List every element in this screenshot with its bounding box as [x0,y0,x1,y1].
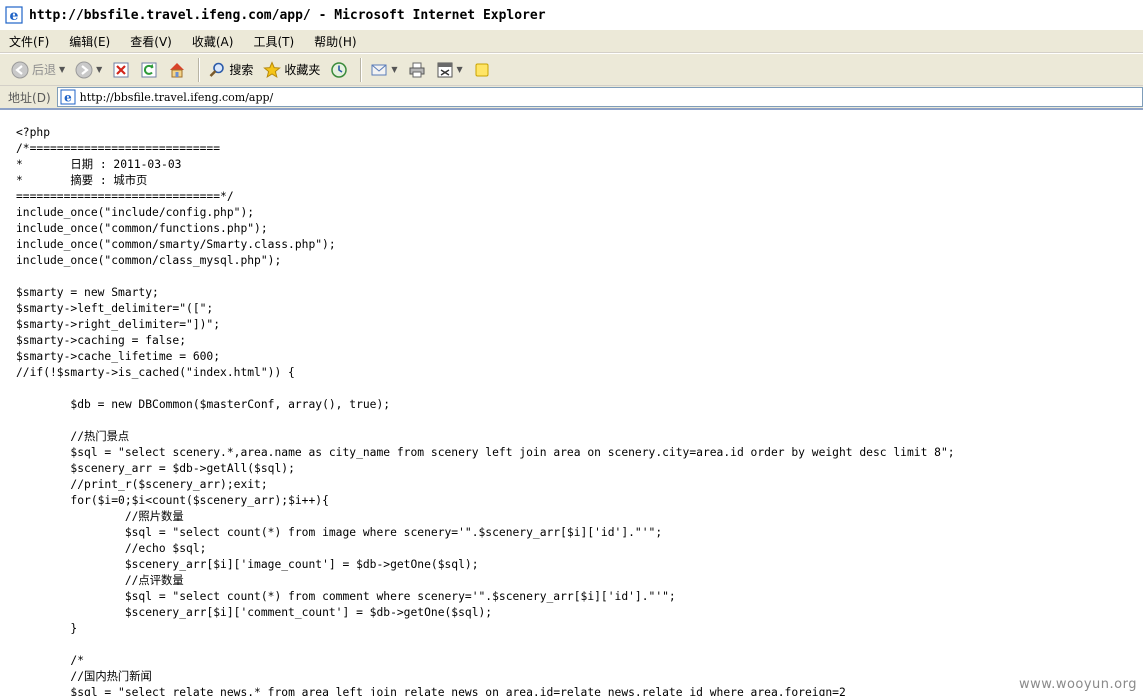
refresh-button[interactable] [137,57,161,83]
discuss-button[interactable] [470,57,494,83]
history-icon [330,61,348,79]
print-button[interactable] [405,57,429,83]
printer-icon [408,61,426,79]
refresh-icon [140,61,158,79]
php-source-code: <?php /*============================ * 日… [16,126,955,696]
mail-dropdown-icon[interactable]: ▼ [391,65,397,74]
search-label: 搜索 [229,63,254,77]
home-button[interactable] [165,57,189,83]
forward-arrow-icon [75,61,93,79]
menu-view[interactable]: 查看(V) [127,31,175,52]
mail-icon [370,61,388,79]
menu-bar: 文件(F) 编辑(E) 查看(V) 收藏(A) 工具(T) 帮助(H) [0,30,1143,53]
window-title: http://bbsfile.travel.ifeng.com/app/ - M… [29,7,546,23]
title-bar: e http://bbsfile.travel.ifeng.com/app/ -… [0,0,1143,31]
address-input[interactable]: e http://bbsfile.travel.ifeng.com/app/ [56,87,1143,107]
search-icon [208,61,226,79]
toolbar-separator [360,57,363,82]
toolbar: 后退 ▼ ▼ 搜索 收藏夹 ▼ ▼ [0,54,1143,86]
page-icon: e [60,89,76,105]
home-icon [168,61,186,79]
menu-tools[interactable]: 工具(T) [250,31,297,52]
svg-text:e: e [10,8,19,24]
search-button[interactable]: 搜索 [205,57,256,83]
forward-dropdown-icon[interactable]: ▼ [96,65,102,74]
back-dropdown-icon[interactable]: ▼ [59,65,65,74]
back-button[interactable]: 后退 ▼ [8,57,68,83]
edit-button[interactable]: ▼ [433,57,466,83]
menu-file[interactable]: 文件(F) [6,31,52,52]
favorites-label: 收藏夹 [284,63,321,77]
stop-icon [112,61,130,79]
address-label: 地址(D) [8,90,51,105]
menu-help[interactable]: 帮助(H) [311,31,359,52]
svg-text:e: e [64,91,72,105]
history-button[interactable] [327,57,351,83]
stop-button[interactable] [109,57,133,83]
menu-favorites[interactable]: 收藏(A) [189,31,237,52]
watermark: www.wooyun.org [1018,677,1137,692]
edit-page-icon [436,61,454,79]
edit-dropdown-icon[interactable]: ▼ [457,65,463,74]
back-label: 后退 [32,63,57,77]
favorites-button[interactable]: 收藏夹 [260,57,323,83]
ie-logo-icon: e [5,6,23,24]
back-arrow-icon [11,61,29,79]
forward-button[interactable]: ▼ [72,57,105,83]
note-icon [473,61,491,79]
mail-button[interactable]: ▼ [367,57,400,83]
star-icon [263,60,282,79]
address-url: http://bbsfile.travel.ifeng.com/app/ [79,90,274,104]
page-content: <?php /*============================ * 日… [0,111,1143,696]
address-bar: 地址(D) e http://bbsfile.travel.ifeng.com/… [0,86,1143,110]
menu-edit[interactable]: 编辑(E) [66,31,113,52]
toolbar-separator [198,57,201,82]
